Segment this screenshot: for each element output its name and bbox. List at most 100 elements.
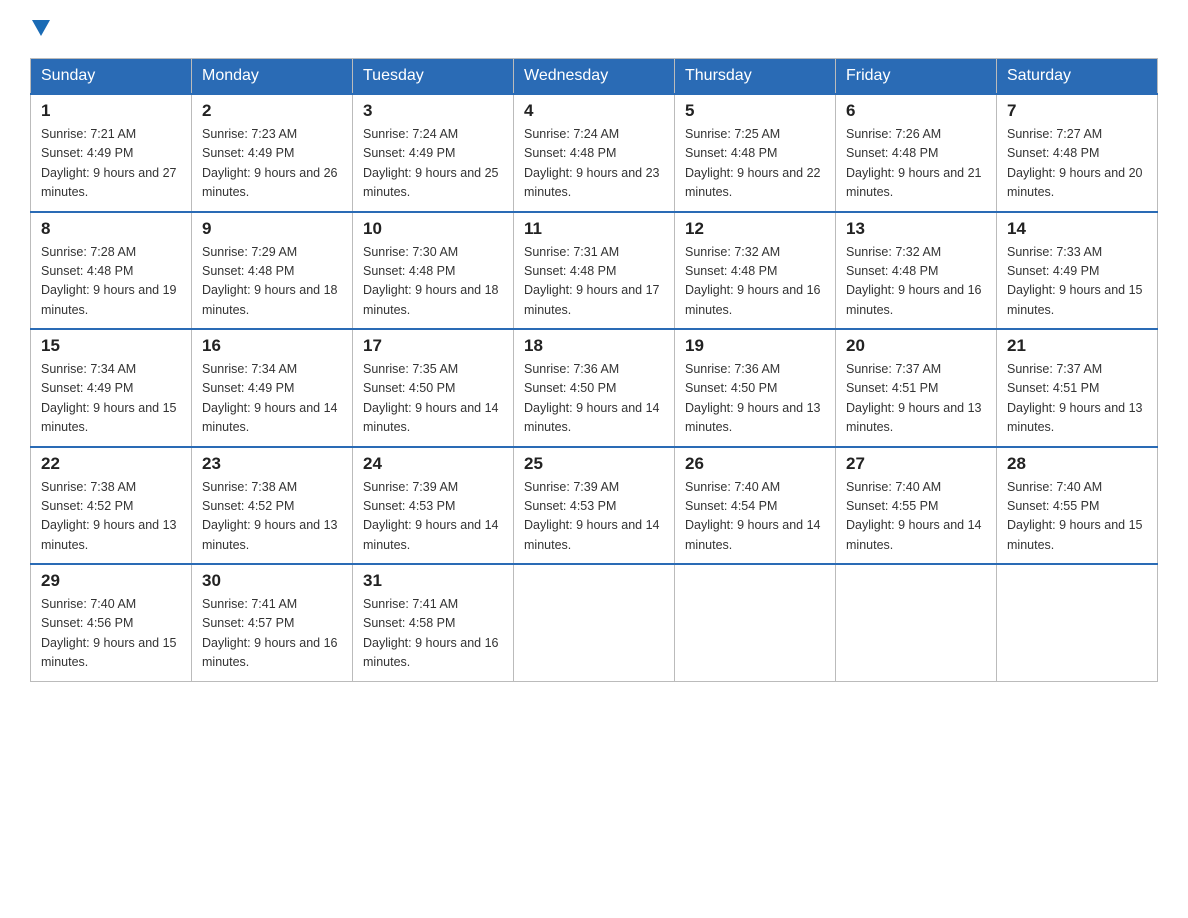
day-cell-12: 12 Sunrise: 7:32 AMSunset: 4:48 PMDayligh… <box>675 212 836 330</box>
logo-triangle-icon <box>32 20 50 36</box>
day-number: 18 <box>524 336 664 356</box>
day-info: Sunrise: 7:23 AMSunset: 4:49 PMDaylight:… <box>202 125 342 203</box>
day-info: Sunrise: 7:40 AMSunset: 4:54 PMDaylight:… <box>685 478 825 556</box>
day-info: Sunrise: 7:41 AMSunset: 4:58 PMDaylight:… <box>363 595 503 673</box>
week-row-4: 22Sunrise: 7:38 AMSunset: 4:52 PMDayligh… <box>31 447 1158 565</box>
day-number: 28 <box>1007 454 1147 474</box>
weekday-header-row: SundayMondayTuesdayWednesdayThursdayFrid… <box>31 59 1158 95</box>
weekday-header-sunday: Sunday <box>31 59 192 95</box>
day-number: 4 <box>524 101 664 121</box>
day-cell-9: 9 Sunrise: 7:29 AMSunset: 4:48 PMDaylight… <box>192 212 353 330</box>
day-cell-30: 30 Sunrise: 7:41 AMSunset: 4:57 PMDayligh… <box>192 564 353 681</box>
day-cell-14: 14Sunrise: 7:33 AMSunset: 4:49 PMDayligh… <box>997 212 1158 330</box>
day-number: 8 <box>41 219 181 239</box>
day-info: Sunrise: 7:36 AMSunset: 4:50 PMDaylight:… <box>685 360 825 438</box>
day-cell-19: 19 Sunrise: 7:36 AMSunset: 4:50 PMDayligh… <box>675 329 836 447</box>
day-number: 19 <box>685 336 825 356</box>
day-number: 13 <box>846 219 986 239</box>
day-cell-20: 20Sunrise: 7:37 AMSunset: 4:51 PMDayligh… <box>836 329 997 447</box>
day-info: Sunrise: 7:41 AMSunset: 4:57 PMDaylight:… <box>202 595 342 673</box>
day-info: Sunrise: 7:33 AMSunset: 4:49 PMDaylight:… <box>1007 243 1147 321</box>
weekday-header-wednesday: Wednesday <box>514 59 675 95</box>
day-info: Sunrise: 7:26 AMSunset: 4:48 PMDaylight:… <box>846 125 986 203</box>
day-info: Sunrise: 7:24 AMSunset: 4:48 PMDaylight:… <box>524 125 664 203</box>
day-number: 11 <box>524 219 664 239</box>
day-cell-26: 26 Sunrise: 7:40 AMSunset: 4:54 PMDayligh… <box>675 447 836 565</box>
day-info: Sunrise: 7:40 AMSunset: 4:55 PMDaylight:… <box>1007 478 1147 556</box>
day-number: 31 <box>363 571 503 591</box>
week-row-3: 15Sunrise: 7:34 AMSunset: 4:49 PMDayligh… <box>31 329 1158 447</box>
day-info: Sunrise: 7:40 AMSunset: 4:55 PMDaylight:… <box>846 478 986 556</box>
day-number: 3 <box>363 101 503 121</box>
day-cell-10: 10 Sunrise: 7:30 AMSunset: 4:48 PMDayligh… <box>353 212 514 330</box>
weekday-header-friday: Friday <box>836 59 997 95</box>
day-info: Sunrise: 7:36 AMSunset: 4:50 PMDaylight:… <box>524 360 664 438</box>
day-number: 7 <box>1007 101 1147 121</box>
day-info: Sunrise: 7:35 AMSunset: 4:50 PMDaylight:… <box>363 360 503 438</box>
day-number: 5 <box>685 101 825 121</box>
week-row-5: 29 Sunrise: 7:40 AMSunset: 4:56 PMDayligh… <box>31 564 1158 681</box>
day-info: Sunrise: 7:37 AMSunset: 4:51 PMDaylight:… <box>1007 360 1147 438</box>
day-cell-15: 15Sunrise: 7:34 AMSunset: 4:49 PMDayligh… <box>31 329 192 447</box>
day-number: 10 <box>363 219 503 239</box>
day-cell-27: 27Sunrise: 7:40 AMSunset: 4:55 PMDayligh… <box>836 447 997 565</box>
week-row-2: 8Sunrise: 7:28 AMSunset: 4:48 PMDaylight… <box>31 212 1158 330</box>
day-cell-23: 23 Sunrise: 7:38 AMSunset: 4:52 PMDayligh… <box>192 447 353 565</box>
day-number: 9 <box>202 219 342 239</box>
empty-cell <box>514 564 675 681</box>
day-number: 1 <box>41 101 181 121</box>
day-info: Sunrise: 7:31 AMSunset: 4:48 PMDaylight:… <box>524 243 664 321</box>
day-cell-28: 28 Sunrise: 7:40 AMSunset: 4:55 PMDayligh… <box>997 447 1158 565</box>
day-cell-21: 21 Sunrise: 7:37 AMSunset: 4:51 PMDayligh… <box>997 329 1158 447</box>
day-info: Sunrise: 7:40 AMSunset: 4:56 PMDaylight:… <box>41 595 181 673</box>
day-number: 20 <box>846 336 986 356</box>
weekday-header-saturday: Saturday <box>997 59 1158 95</box>
day-number: 26 <box>685 454 825 474</box>
day-cell-17: 17 Sunrise: 7:35 AMSunset: 4:50 PMDayligh… <box>353 329 514 447</box>
day-number: 30 <box>202 571 342 591</box>
day-number: 21 <box>1007 336 1147 356</box>
day-info: Sunrise: 7:38 AMSunset: 4:52 PMDaylight:… <box>202 478 342 556</box>
day-info: Sunrise: 7:32 AMSunset: 4:48 PMDaylight:… <box>846 243 986 321</box>
day-info: Sunrise: 7:38 AMSunset: 4:52 PMDaylight:… <box>41 478 181 556</box>
day-cell-5: 5 Sunrise: 7:25 AMSunset: 4:48 PMDaylight… <box>675 94 836 212</box>
day-info: Sunrise: 7:27 AMSunset: 4:48 PMDaylight:… <box>1007 125 1147 203</box>
day-info: Sunrise: 7:39 AMSunset: 4:53 PMDaylight:… <box>363 478 503 556</box>
day-cell-18: 18 Sunrise: 7:36 AMSunset: 4:50 PMDayligh… <box>514 329 675 447</box>
day-cell-25: 25 Sunrise: 7:39 AMSunset: 4:53 PMDayligh… <box>514 447 675 565</box>
day-number: 29 <box>41 571 181 591</box>
day-number: 16 <box>202 336 342 356</box>
day-info: Sunrise: 7:25 AMSunset: 4:48 PMDaylight:… <box>685 125 825 203</box>
logo <box>30 20 50 40</box>
empty-cell <box>836 564 997 681</box>
weekday-header-tuesday: Tuesday <box>353 59 514 95</box>
week-row-1: 1 Sunrise: 7:21 AMSunset: 4:49 PMDaylight… <box>31 94 1158 212</box>
day-cell-16: 16 Sunrise: 7:34 AMSunset: 4:49 PMDayligh… <box>192 329 353 447</box>
empty-cell <box>675 564 836 681</box>
day-info: Sunrise: 7:30 AMSunset: 4:48 PMDaylight:… <box>363 243 503 321</box>
day-cell-11: 11 Sunrise: 7:31 AMSunset: 4:48 PMDayligh… <box>514 212 675 330</box>
day-cell-29: 29 Sunrise: 7:40 AMSunset: 4:56 PMDayligh… <box>31 564 192 681</box>
day-number: 25 <box>524 454 664 474</box>
weekday-header-thursday: Thursday <box>675 59 836 95</box>
calendar-table: SundayMondayTuesdayWednesdayThursdayFrid… <box>30 58 1158 682</box>
day-number: 2 <box>202 101 342 121</box>
day-number: 12 <box>685 219 825 239</box>
day-number: 23 <box>202 454 342 474</box>
day-info: Sunrise: 7:21 AMSunset: 4:49 PMDaylight:… <box>41 125 181 203</box>
weekday-header-monday: Monday <box>192 59 353 95</box>
day-number: 6 <box>846 101 986 121</box>
day-number: 24 <box>363 454 503 474</box>
page-header <box>30 20 1158 40</box>
day-cell-13: 13 Sunrise: 7:32 AMSunset: 4:48 PMDayligh… <box>836 212 997 330</box>
day-cell-24: 24 Sunrise: 7:39 AMSunset: 4:53 PMDayligh… <box>353 447 514 565</box>
day-info: Sunrise: 7:32 AMSunset: 4:48 PMDaylight:… <box>685 243 825 321</box>
day-cell-22: 22Sunrise: 7:38 AMSunset: 4:52 PMDayligh… <box>31 447 192 565</box>
day-cell-6: 6 Sunrise: 7:26 AMSunset: 4:48 PMDaylight… <box>836 94 997 212</box>
day-info: Sunrise: 7:29 AMSunset: 4:48 PMDaylight:… <box>202 243 342 321</box>
empty-cell <box>997 564 1158 681</box>
day-info: Sunrise: 7:39 AMSunset: 4:53 PMDaylight:… <box>524 478 664 556</box>
day-info: Sunrise: 7:34 AMSunset: 4:49 PMDaylight:… <box>202 360 342 438</box>
day-number: 17 <box>363 336 503 356</box>
day-cell-7: 7 Sunrise: 7:27 AMSunset: 4:48 PMDaylight… <box>997 94 1158 212</box>
